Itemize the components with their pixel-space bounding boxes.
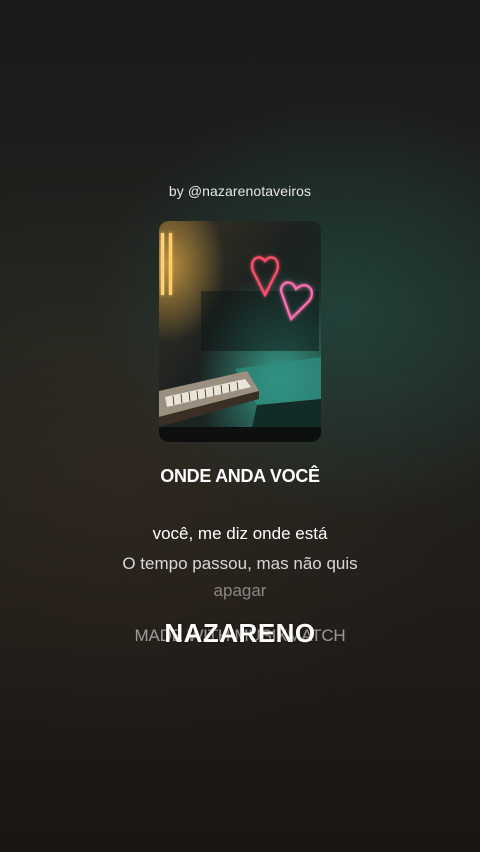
song-title: ONDE ANDA VOCÊ	[160, 466, 320, 486]
lyric-line-faded: apagar	[213, 581, 267, 600]
artist-name: NAZARENO	[164, 618, 316, 648]
lyric-line-current: você, me diz onde está	[152, 524, 328, 543]
album-cover	[159, 221, 321, 442]
creator-byline[interactable]: by @nazarenotaveiros	[0, 183, 480, 199]
lyric-line-next: O tempo passou, mas não quis	[122, 554, 358, 573]
